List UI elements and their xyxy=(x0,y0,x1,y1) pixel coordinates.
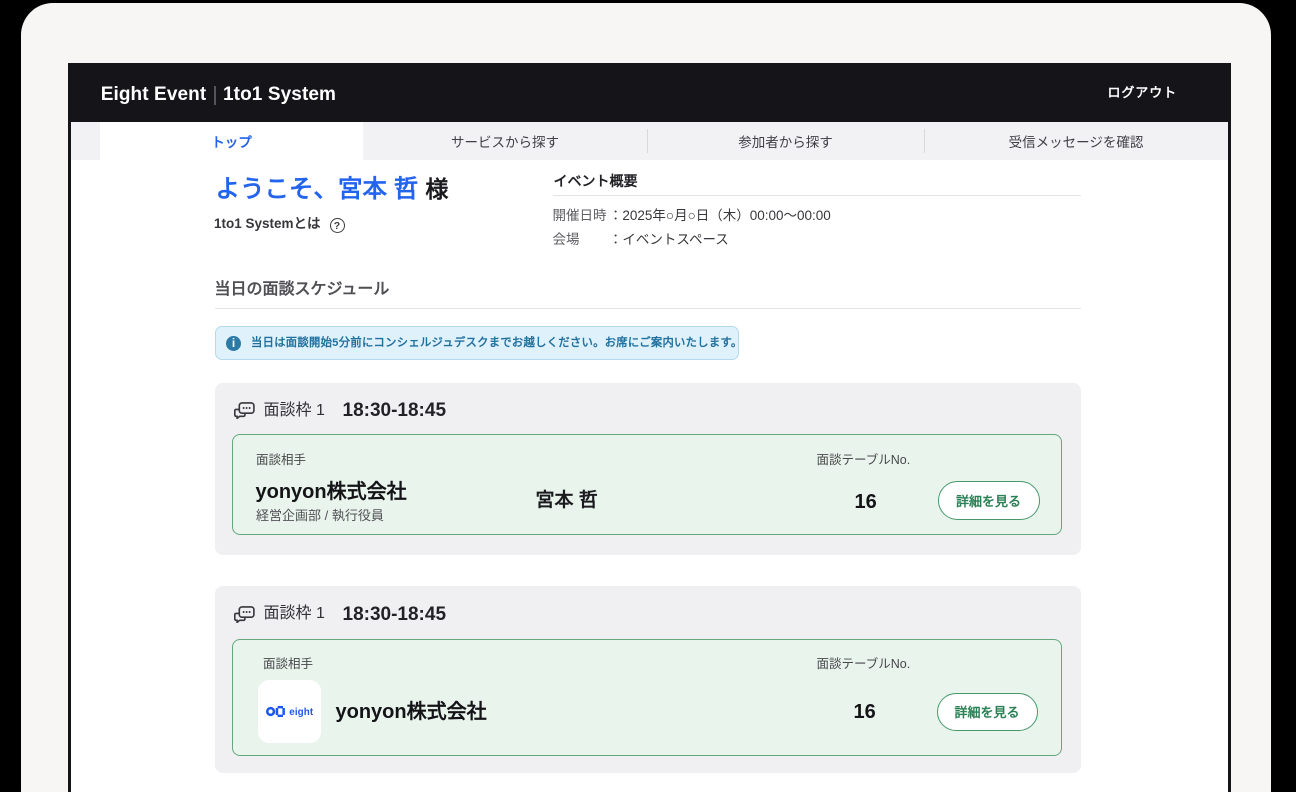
svg-text:eight: eight xyxy=(289,707,314,718)
